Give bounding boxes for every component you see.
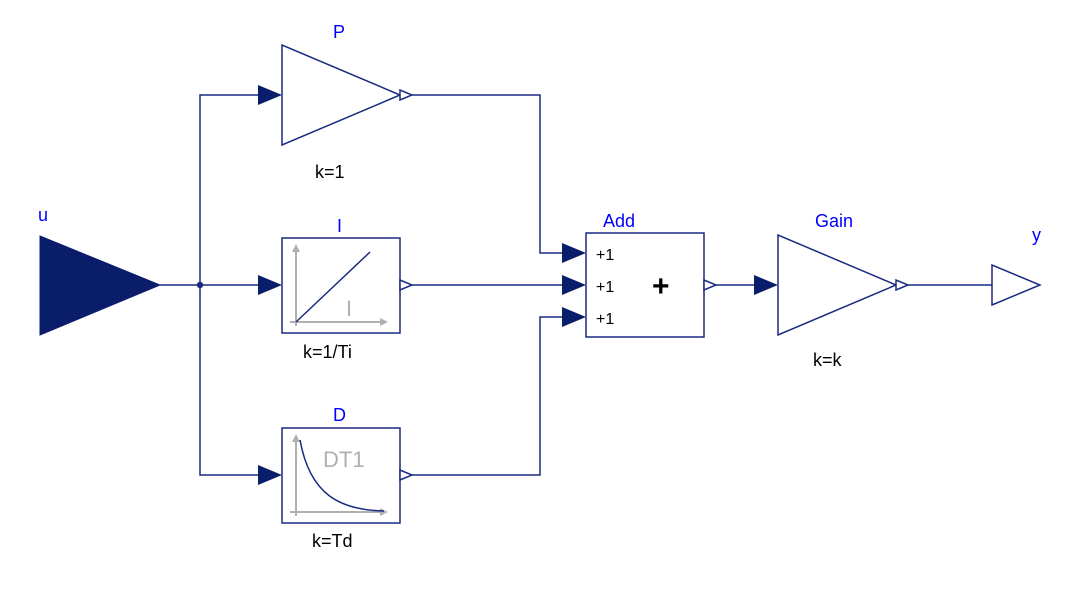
arrowhead-d-to-add	[562, 307, 586, 327]
block-add: Add +1 +1 +1 +	[586, 211, 716, 337]
block-i-param: k=1/Ti	[303, 342, 352, 362]
arrowhead-i-to-add	[562, 275, 586, 295]
wire-node-to-d	[200, 285, 260, 475]
wire-p-to-add	[412, 95, 564, 253]
i-output-port	[400, 280, 412, 290]
wire-node-to-p	[200, 95, 260, 285]
block-i: I I k=1/Ti	[282, 216, 412, 362]
block-gain-title: Gain	[815, 211, 853, 231]
block-d-param: k=Td	[312, 531, 353, 551]
input-u: u	[38, 205, 160, 335]
add-weight-2: +1	[596, 279, 614, 296]
add-plus-symbol: +	[652, 270, 670, 303]
arrowhead-add-to-gain	[754, 275, 778, 295]
block-p: P k=1	[282, 22, 412, 182]
p-output-port	[400, 90, 412, 100]
block-add-title: Add	[603, 211, 635, 231]
gain-output-port	[896, 280, 908, 290]
block-d-title: D	[333, 405, 346, 425]
arrowhead-to-p	[258, 85, 282, 105]
input-u-label: u	[38, 205, 48, 225]
block-i-title: I	[337, 216, 342, 236]
pid-diagram: u P k=1 I I k=1/Ti	[0, 0, 1080, 589]
arrowhead-to-i	[258, 275, 282, 295]
d-output-port	[400, 470, 412, 480]
output-y-label: y	[1032, 225, 1041, 245]
block-i-icon-label: I	[346, 296, 352, 321]
block-gain-param: k=k	[813, 350, 843, 370]
add-weight-1: +1	[596, 247, 614, 264]
output-y: y	[992, 225, 1041, 305]
add-output-port	[704, 280, 716, 290]
add-weight-3: +1	[596, 311, 614, 328]
block-d-icon-label: DT1	[323, 447, 365, 472]
block-gain: Gain k=k	[778, 211, 908, 370]
arrowhead-p-to-add	[562, 243, 586, 263]
wire-d-to-add	[412, 317, 564, 475]
block-p-title: P	[333, 22, 345, 42]
block-p-param: k=1	[315, 162, 345, 182]
arrowhead-to-d	[258, 465, 282, 485]
block-d: D DT1 k=Td	[282, 405, 412, 551]
